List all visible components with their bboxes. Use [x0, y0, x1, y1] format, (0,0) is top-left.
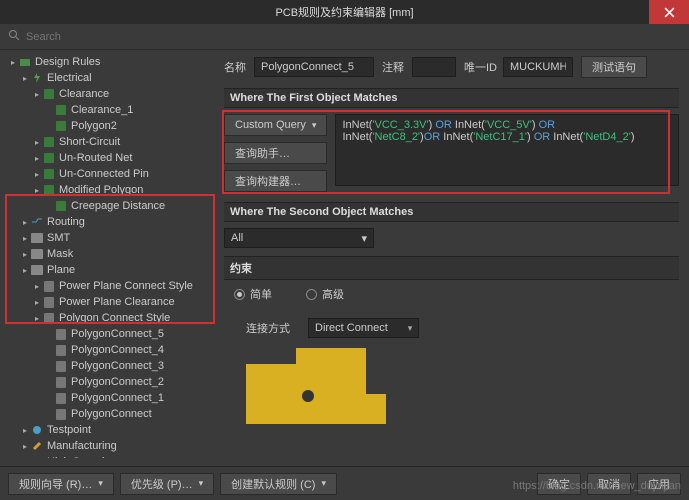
first-match-header: Where The First Object Matches	[224, 88, 679, 108]
query-builder-button[interactable]: 查询构建器…	[224, 170, 327, 192]
rules-tree: ▸Design Rules ▸Electrical ▸Clearance Cle…	[0, 50, 218, 458]
tree-unconnected[interactable]: ▸Un-Connected Pin	[2, 166, 218, 182]
tree-pc5[interactable]: PolygonConnect_5	[2, 326, 218, 342]
connect-preview	[246, 348, 386, 438]
window-title: PCB规则及约束编辑器 [mm]	[275, 4, 413, 20]
search-input[interactable]	[26, 31, 206, 43]
tree-modified-poly[interactable]: ▸Modified Polygon	[2, 182, 218, 198]
radio-simple[interactable]: 简单	[234, 286, 272, 302]
close-button[interactable]	[649, 0, 689, 24]
tree-creepage[interactable]: Creepage Distance	[2, 198, 218, 214]
query-textarea[interactable]: InNet('VCC_3.3V') OR InNet('VCC_5V') OR …	[335, 114, 679, 186]
second-match-header: Where The Second Object Matches	[224, 202, 679, 222]
apply-button[interactable]: 应用	[637, 473, 681, 495]
search-icon	[8, 29, 20, 44]
pad-dot-icon	[302, 390, 314, 402]
create-default-button[interactable]: 创建默认规则 (C)	[220, 473, 337, 495]
tree-testpoint[interactable]: ▸Testpoint	[2, 422, 218, 438]
connect-style-select[interactable]: Direct Connect	[308, 318, 419, 338]
tree-mask[interactable]: ▸Mask	[2, 246, 218, 262]
name-label: 名称	[224, 59, 246, 75]
tree-pc1[interactable]: PolygonConnect_1	[2, 390, 218, 406]
tree-ppc[interactable]: ▸Power Plane Clearance	[2, 294, 218, 310]
test-query-button[interactable]: 测试语句	[581, 56, 647, 78]
constraints-header: 约束	[224, 256, 679, 280]
priority-button[interactable]: 优先级 (P)…	[120, 473, 214, 495]
tree-pc2[interactable]: PolygonConnect_2	[2, 374, 218, 390]
close-icon	[664, 7, 675, 18]
id-label: 唯一ID	[464, 59, 497, 75]
tree-ppcs[interactable]: ▸Power Plane Connect Style	[2, 278, 218, 294]
ok-button[interactable]: 确定	[537, 473, 581, 495]
comment-input[interactable]	[412, 57, 456, 77]
tree-plane[interactable]: ▸Plane	[2, 262, 218, 278]
tree-pcs[interactable]: ▸Polygon Connect Style	[2, 310, 218, 326]
tree-clearance[interactable]: ▸Clearance	[2, 86, 218, 102]
chevron-down-icon: ▾	[361, 232, 367, 245]
tree-polygon2[interactable]: Polygon2	[2, 118, 218, 134]
name-input[interactable]	[254, 57, 374, 77]
tree-manufacturing[interactable]: ▸Manufacturing	[2, 438, 218, 454]
tree-routing[interactable]: ▸Routing	[2, 214, 218, 230]
tree-electrical[interactable]: ▸Electrical	[2, 70, 218, 86]
query-helper-button[interactable]: 查询助手…	[224, 142, 327, 164]
tree-unrouted[interactable]: ▸Un-Routed Net	[2, 150, 218, 166]
tree-pc3[interactable]: PolygonConnect_3	[2, 358, 218, 374]
cancel-button[interactable]: 取消	[587, 473, 631, 495]
radio-advanced[interactable]: 高级	[306, 286, 344, 302]
tree-pc4[interactable]: PolygonConnect_4	[2, 342, 218, 358]
rule-wizard-button[interactable]: 规则向导 (R)…	[8, 473, 114, 495]
id-input[interactable]	[503, 57, 573, 77]
second-match-dropdown[interactable]: All▾	[224, 228, 374, 248]
tree-clearance1[interactable]: Clearance_1	[2, 102, 218, 118]
tree-highspeed[interactable]: ▸High Speed	[2, 454, 218, 458]
radio-icon	[306, 289, 317, 300]
radio-icon	[234, 289, 245, 300]
tree-root[interactable]: ▸Design Rules	[2, 54, 218, 70]
connect-style-label: 连接方式	[246, 320, 290, 336]
tree-short-circuit[interactable]: ▸Short-Circuit	[2, 134, 218, 150]
comment-label: 注释	[382, 59, 404, 75]
custom-query-dropdown[interactable]: Custom Query	[224, 114, 327, 136]
tree-smt[interactable]: ▸SMT	[2, 230, 218, 246]
tree-pc[interactable]: PolygonConnect	[2, 406, 218, 422]
